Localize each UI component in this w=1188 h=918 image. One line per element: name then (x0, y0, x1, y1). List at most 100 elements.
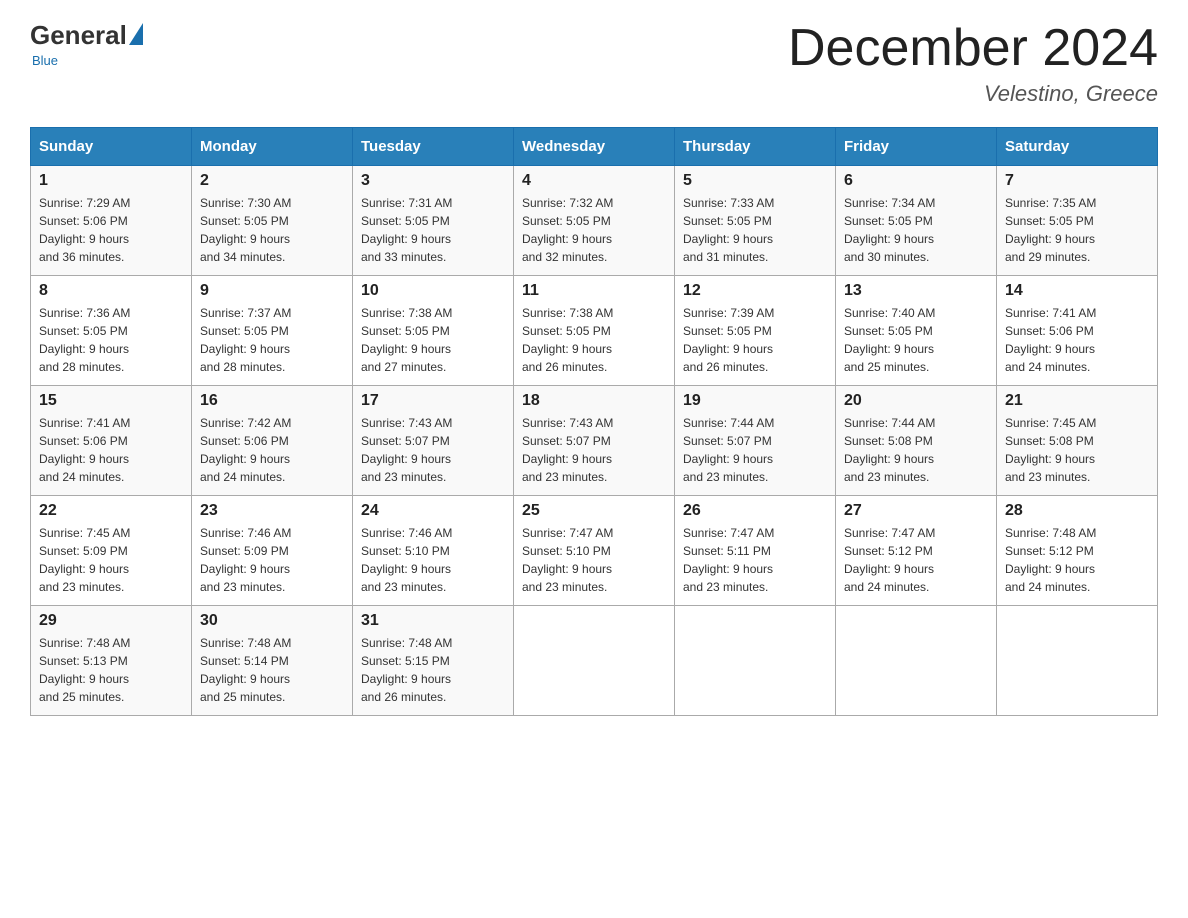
day-number: 16 (200, 392, 344, 410)
day-number: 10 (361, 282, 505, 300)
table-row: 20Sunrise: 7:44 AMSunset: 5:08 PMDayligh… (836, 386, 997, 496)
table-row: 11 Sunrise: 7:38 AMSunset: 5:05 PMDayligh… (514, 276, 675, 386)
logo-general-text: General (30, 20, 127, 51)
day-info: Sunrise: 7:39 AMSunset: 5:05 PMDaylight:… (683, 304, 827, 376)
day-number: 7 (1005, 172, 1149, 190)
day-number: 12 (683, 282, 827, 300)
day-number: 14 (1005, 282, 1149, 300)
table-row: 21Sunrise: 7:45 AMSunset: 5:08 PMDayligh… (997, 386, 1158, 496)
table-row: 14 Sunrise: 7:41 AMSunset: 5:06 PMDayligh… (997, 276, 1158, 386)
day-number: 29 (39, 612, 183, 630)
table-row: 17 Sunrise: 7:43 AMSunset: 5:07 PMDayligh… (353, 386, 514, 496)
day-number: 11 (522, 282, 666, 300)
table-row: 25 Sunrise: 7:47 AMSunset: 5:10 PMDayligh… (514, 496, 675, 606)
day-number: 18 (522, 392, 666, 410)
day-number: 21 (1005, 392, 1149, 410)
day-info: Sunrise: 7:31 AMSunset: 5:05 PMDaylight:… (361, 194, 505, 266)
day-number: 26 (683, 502, 827, 520)
col-monday: Monday (192, 128, 353, 166)
day-number: 27 (844, 502, 988, 520)
table-row: 18 Sunrise: 7:43 AMSunset: 5:07 PMDayligh… (514, 386, 675, 496)
table-row: 24 Sunrise: 7:46 AMSunset: 5:10 PMDayligh… (353, 496, 514, 606)
logo-triangle-icon (129, 23, 143, 45)
day-number: 25 (522, 502, 666, 520)
table-row: 4Sunrise: 7:32 AMSunset: 5:05 PMDaylight… (514, 166, 675, 276)
day-info: Sunrise: 7:38 AMSunset: 5:05 PMDaylight:… (361, 304, 505, 376)
table-row (997, 606, 1158, 716)
day-info: Sunrise: 7:45 AMSunset: 5:09 PMDaylight:… (39, 524, 183, 596)
day-number: 13 (844, 282, 988, 300)
table-row: 10 Sunrise: 7:38 AMSunset: 5:05 PMDayligh… (353, 276, 514, 386)
day-info: Sunrise: 7:33 AMSunset: 5:05 PMDaylight:… (683, 194, 827, 266)
col-thursday: Thursday (675, 128, 836, 166)
day-info: Sunrise: 7:47 AMSunset: 5:11 PMDaylight:… (683, 524, 827, 596)
day-info: Sunrise: 7:41 AMSunset: 5:06 PMDaylight:… (39, 414, 183, 486)
day-info: Sunrise: 7:44 AMSunset: 5:07 PMDaylight:… (683, 414, 827, 486)
day-number: 22 (39, 502, 183, 520)
day-number: 5 (683, 172, 827, 190)
day-number: 1 (39, 172, 183, 190)
day-number: 24 (361, 502, 505, 520)
table-row: 8Sunrise: 7:36 AMSunset: 5:05 PMDaylight… (31, 276, 192, 386)
day-number: 9 (200, 282, 344, 300)
day-info: Sunrise: 7:30 AMSunset: 5:05 PMDaylight:… (200, 194, 344, 266)
col-saturday: Saturday (997, 128, 1158, 166)
col-sunday: Sunday (31, 128, 192, 166)
calendar-week-row: 15 Sunrise: 7:41 AMSunset: 5:06 PMDayligh… (31, 386, 1158, 496)
day-info: Sunrise: 7:34 AMSunset: 5:05 PMDaylight:… (844, 194, 988, 266)
day-number: 31 (361, 612, 505, 630)
table-row: 27 Sunrise: 7:47 AMSunset: 5:12 PMDayligh… (836, 496, 997, 606)
page-header: General Blue December 2024 Velestino, Gr… (30, 20, 1158, 107)
table-row: 3Sunrise: 7:31 AMSunset: 5:05 PMDaylight… (353, 166, 514, 276)
day-info: Sunrise: 7:43 AMSunset: 5:07 PMDaylight:… (361, 414, 505, 486)
table-row: 28Sunrise: 7:48 AMSunset: 5:12 PMDayligh… (997, 496, 1158, 606)
table-row (836, 606, 997, 716)
table-row: 31 Sunrise: 7:48 AMSunset: 5:15 PMDayligh… (353, 606, 514, 716)
day-info: Sunrise: 7:46 AMSunset: 5:09 PMDaylight:… (200, 524, 344, 596)
day-info: Sunrise: 7:44 AMSunset: 5:08 PMDaylight:… (844, 414, 988, 486)
day-number: 15 (39, 392, 183, 410)
table-row: 5 Sunrise: 7:33 AMSunset: 5:05 PMDaylight… (675, 166, 836, 276)
day-info: Sunrise: 7:41 AMSunset: 5:06 PMDaylight:… (1005, 304, 1149, 376)
calendar-header-row: Sunday Monday Tuesday Wednesday Thursday… (31, 128, 1158, 166)
table-row: 26 Sunrise: 7:47 AMSunset: 5:11 PMDayligh… (675, 496, 836, 606)
day-info: Sunrise: 7:46 AMSunset: 5:10 PMDaylight:… (361, 524, 505, 596)
day-info: Sunrise: 7:38 AMSunset: 5:05 PMDaylight:… (522, 304, 666, 376)
logo: General Blue (30, 20, 143, 68)
day-number: 17 (361, 392, 505, 410)
table-row (514, 606, 675, 716)
day-info: Sunrise: 7:48 AMSunset: 5:14 PMDaylight:… (200, 634, 344, 706)
table-row: 23Sunrise: 7:46 AMSunset: 5:09 PMDayligh… (192, 496, 353, 606)
table-row: 22 Sunrise: 7:45 AMSunset: 5:09 PMDayligh… (31, 496, 192, 606)
col-tuesday: Tuesday (353, 128, 514, 166)
day-info: Sunrise: 7:29 AMSunset: 5:06 PMDaylight:… (39, 194, 183, 266)
day-number: 8 (39, 282, 183, 300)
day-number: 2 (200, 172, 344, 190)
table-row: 12 Sunrise: 7:39 AMSunset: 5:05 PMDayligh… (675, 276, 836, 386)
day-info: Sunrise: 7:43 AMSunset: 5:07 PMDaylight:… (522, 414, 666, 486)
calendar-week-row: 8Sunrise: 7:36 AMSunset: 5:05 PMDaylight… (31, 276, 1158, 386)
day-info: Sunrise: 7:40 AMSunset: 5:05 PMDaylight:… (844, 304, 988, 376)
day-info: Sunrise: 7:47 AMSunset: 5:10 PMDaylight:… (522, 524, 666, 596)
day-number: 19 (683, 392, 827, 410)
calendar-week-row: 29Sunrise: 7:48 AMSunset: 5:13 PMDayligh… (31, 606, 1158, 716)
table-row: 1 Sunrise: 7:29 AMSunset: 5:06 PMDaylight… (31, 166, 192, 276)
location: Velestino, Greece (788, 81, 1158, 107)
table-row: 30Sunrise: 7:48 AMSunset: 5:14 PMDayligh… (192, 606, 353, 716)
col-wednesday: Wednesday (514, 128, 675, 166)
table-row (675, 606, 836, 716)
day-number: 6 (844, 172, 988, 190)
table-row: 29Sunrise: 7:48 AMSunset: 5:13 PMDayligh… (31, 606, 192, 716)
table-row: 6 Sunrise: 7:34 AMSunset: 5:05 PMDaylight… (836, 166, 997, 276)
calendar-table: Sunday Monday Tuesday Wednesday Thursday… (30, 127, 1158, 716)
day-number: 28 (1005, 502, 1149, 520)
col-friday: Friday (836, 128, 997, 166)
table-row: 9 Sunrise: 7:37 AMSunset: 5:05 PMDaylight… (192, 276, 353, 386)
day-info: Sunrise: 7:37 AMSunset: 5:05 PMDaylight:… (200, 304, 344, 376)
title-block: December 2024 Velestino, Greece (788, 20, 1158, 107)
day-info: Sunrise: 7:35 AMSunset: 5:05 PMDaylight:… (1005, 194, 1149, 266)
table-row: 16Sunrise: 7:42 AMSunset: 5:06 PMDayligh… (192, 386, 353, 496)
day-info: Sunrise: 7:48 AMSunset: 5:15 PMDaylight:… (361, 634, 505, 706)
calendar-week-row: 22 Sunrise: 7:45 AMSunset: 5:09 PMDayligh… (31, 496, 1158, 606)
day-info: Sunrise: 7:47 AMSunset: 5:12 PMDaylight:… (844, 524, 988, 596)
